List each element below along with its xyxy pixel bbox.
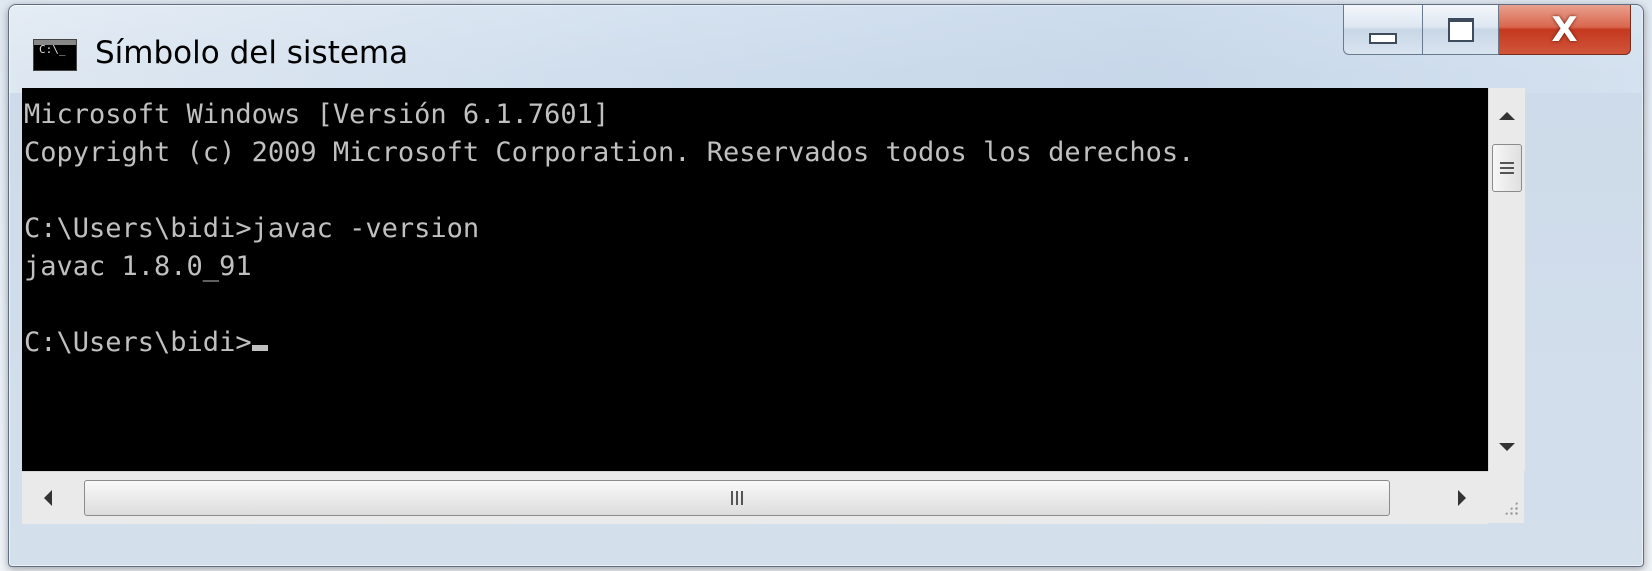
console-line: C:\Users\bidi>javac -version [24,213,480,244]
caption-buttons: X [1343,5,1631,65]
console-line: Copyright (c) 2009 Microsoft Corporation… [24,137,1195,168]
chevron-left-icon [44,490,52,506]
vertical-scroll-thumb[interactable] [1492,144,1522,192]
console-prompt-line: C:\Users\bidi> [24,327,252,358]
chevron-right-icon [1458,490,1466,506]
scroll-left-button[interactable] [22,472,74,524]
resize-grip-icon [1504,501,1518,515]
minimize-icon [1369,33,1397,44]
chevron-up-icon [1499,112,1515,120]
horizontal-scroll-thumb[interactable] [84,480,1390,516]
maximize-button[interactable] [1423,5,1499,55]
horizontal-scrollbar[interactable] [22,471,1488,524]
resize-grip[interactable] [1488,471,1524,523]
close-icon: X [1551,9,1578,50]
minimize-button[interactable] [1343,5,1423,55]
chevron-down-icon [1499,443,1515,451]
scroll-up-button[interactable] [1489,98,1525,134]
scroll-down-button[interactable] [1489,429,1525,465]
maximize-icon [1447,17,1474,42]
close-button[interactable]: X [1499,5,1631,55]
window-title: Símbolo del sistema [95,35,409,71]
text-cursor [251,345,268,351]
console-line: Microsoft Windows [Versión 6.1.7601] [24,99,610,130]
console-output[interactable]: Microsoft Windows [Versión 6.1.7601] Cop… [22,88,1488,471]
console-line: javac 1.8.0_91 [24,251,252,282]
scroll-right-button[interactable] [1436,472,1488,524]
vertical-scrollbar[interactable] [1488,88,1525,471]
console-icon[interactable]: C:\_ [33,39,77,71]
